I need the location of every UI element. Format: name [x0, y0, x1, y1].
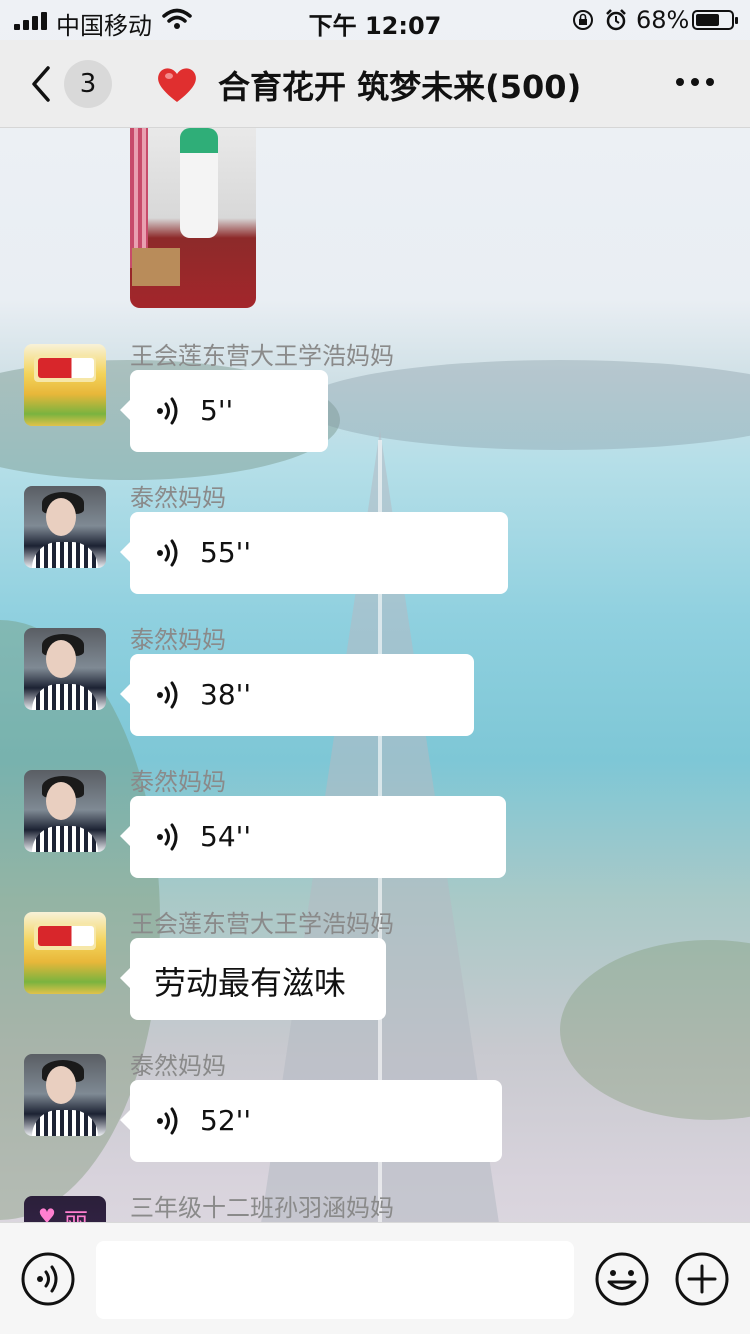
voice-wave-icon [157, 681, 178, 709]
back-icon[interactable] [28, 64, 54, 104]
battery-icon [692, 10, 738, 30]
photo-box [132, 248, 180, 286]
message-list[interactable]: 王会莲东营大王学浩妈妈 5'' 泰然妈妈 55'' 泰然妈妈 38'' 泰然妈妈… [0, 128, 750, 1222]
voice-duration: 5'' [200, 394, 234, 427]
text-message-bubble[interactable]: 劳动最有滋味 [120, 938, 386, 1020]
voice-wave-icon [157, 539, 178, 567]
chat-title: 合育花开 筑梦未来(500) [218, 68, 582, 106]
voice-duration: 38'' [200, 678, 252, 711]
battery-percentage: 68% [636, 6, 690, 34]
voice-message-bubble[interactable]: 55'' [120, 512, 508, 594]
avatar[interactable] [24, 486, 106, 568]
photo-person [180, 128, 218, 238]
alarm-icon [606, 9, 626, 31]
sender-name: 王会莲东营大王学浩妈妈 [130, 342, 394, 370]
voice-duration: 54'' [200, 820, 252, 853]
avatar[interactable]: ♥ 丽 [24, 1196, 106, 1222]
sender-name: 泰然妈妈 [130, 1052, 226, 1080]
chat-screen: 中国移动 下午 12:07 68% 3 合育花开 筑梦未来(500) 王会莲东营… [0, 0, 750, 1334]
unread-count-badge[interactable]: 3 [64, 60, 112, 108]
message-text: 劳动最有滋味 [154, 964, 347, 1002]
input-bar [0, 1222, 750, 1334]
voice-wave-icon [157, 397, 178, 425]
chat-header: 3 合育花开 筑梦未来(500) [0, 40, 750, 128]
voice-message-bubble[interactable]: 52'' [120, 1080, 502, 1162]
voice-duration: 55'' [200, 536, 252, 569]
status-bar: 中国移动 下午 12:07 68% [0, 0, 750, 40]
voice-wave-icon [157, 823, 178, 851]
battery-level [696, 14, 719, 26]
sender-name: 泰然妈妈 [130, 626, 226, 654]
avatar[interactable] [24, 770, 106, 852]
more-icon[interactable] [676, 78, 714, 86]
voice-duration: 52'' [200, 1104, 252, 1137]
voice-toggle-icon[interactable] [20, 1251, 76, 1307]
plus-icon[interactable] [674, 1251, 730, 1307]
voice-message-bubble[interactable]: 5'' [120, 370, 328, 452]
avatar[interactable] [24, 628, 106, 710]
rotation-lock-icon [573, 10, 593, 30]
voice-message-bubble[interactable]: 38'' [120, 654, 474, 736]
avatar[interactable] [24, 1054, 106, 1136]
avatar[interactable] [24, 344, 106, 426]
heart-icon [158, 68, 196, 102]
sender-name: 泰然妈妈 [130, 484, 226, 512]
sender-name: 泰然妈妈 [130, 768, 226, 796]
image-message[interactable] [130, 128, 256, 308]
voice-message-bubble[interactable]: 54'' [120, 796, 506, 878]
photo-curtain [130, 128, 148, 268]
avatar[interactable] [24, 912, 106, 994]
message-input[interactable] [96, 1241, 574, 1319]
voice-wave-icon [157, 1107, 178, 1135]
sender-name: 王会莲东营大王学浩妈妈 [130, 910, 394, 938]
sender-name: 三年级十二班孙羽涵妈妈 [130, 1194, 394, 1222]
emoji-icon[interactable] [594, 1251, 650, 1307]
